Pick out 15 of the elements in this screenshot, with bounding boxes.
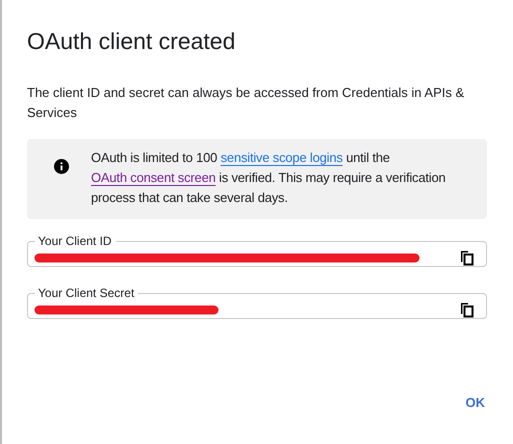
copy-icon — [460, 250, 474, 266]
field-label: Your Client Secret — [37, 286, 136, 300]
copy-button[interactable] — [458, 300, 476, 320]
credential-field[interactable]: Your Client Secret — [27, 286, 487, 319]
credential-field[interactable]: Your Client ID — [27, 234, 487, 267]
description-text: The client ID and secret can always be accessed from Credentials in APIs & Services — [27, 84, 466, 122]
notice-link[interactable]: sensitive scope logins — [220, 150, 343, 165]
dialog-title: OAuth client created — [27, 27, 236, 56]
copy-icon — [460, 302, 474, 318]
ok-button[interactable]: OK — [464, 389, 487, 416]
notice-text: OAuth is limited to 100 sensitive scope logins until the OAuth consent screen is verified. This may require a verification process that can take several days. — [91, 149, 447, 207]
field-label: Your Client ID — [37, 234, 113, 248]
notice-link[interactable]: OAuth consent screen — [91, 170, 216, 185]
copy-button[interactable] — [458, 248, 476, 268]
info-icon — [54, 159, 69, 174]
